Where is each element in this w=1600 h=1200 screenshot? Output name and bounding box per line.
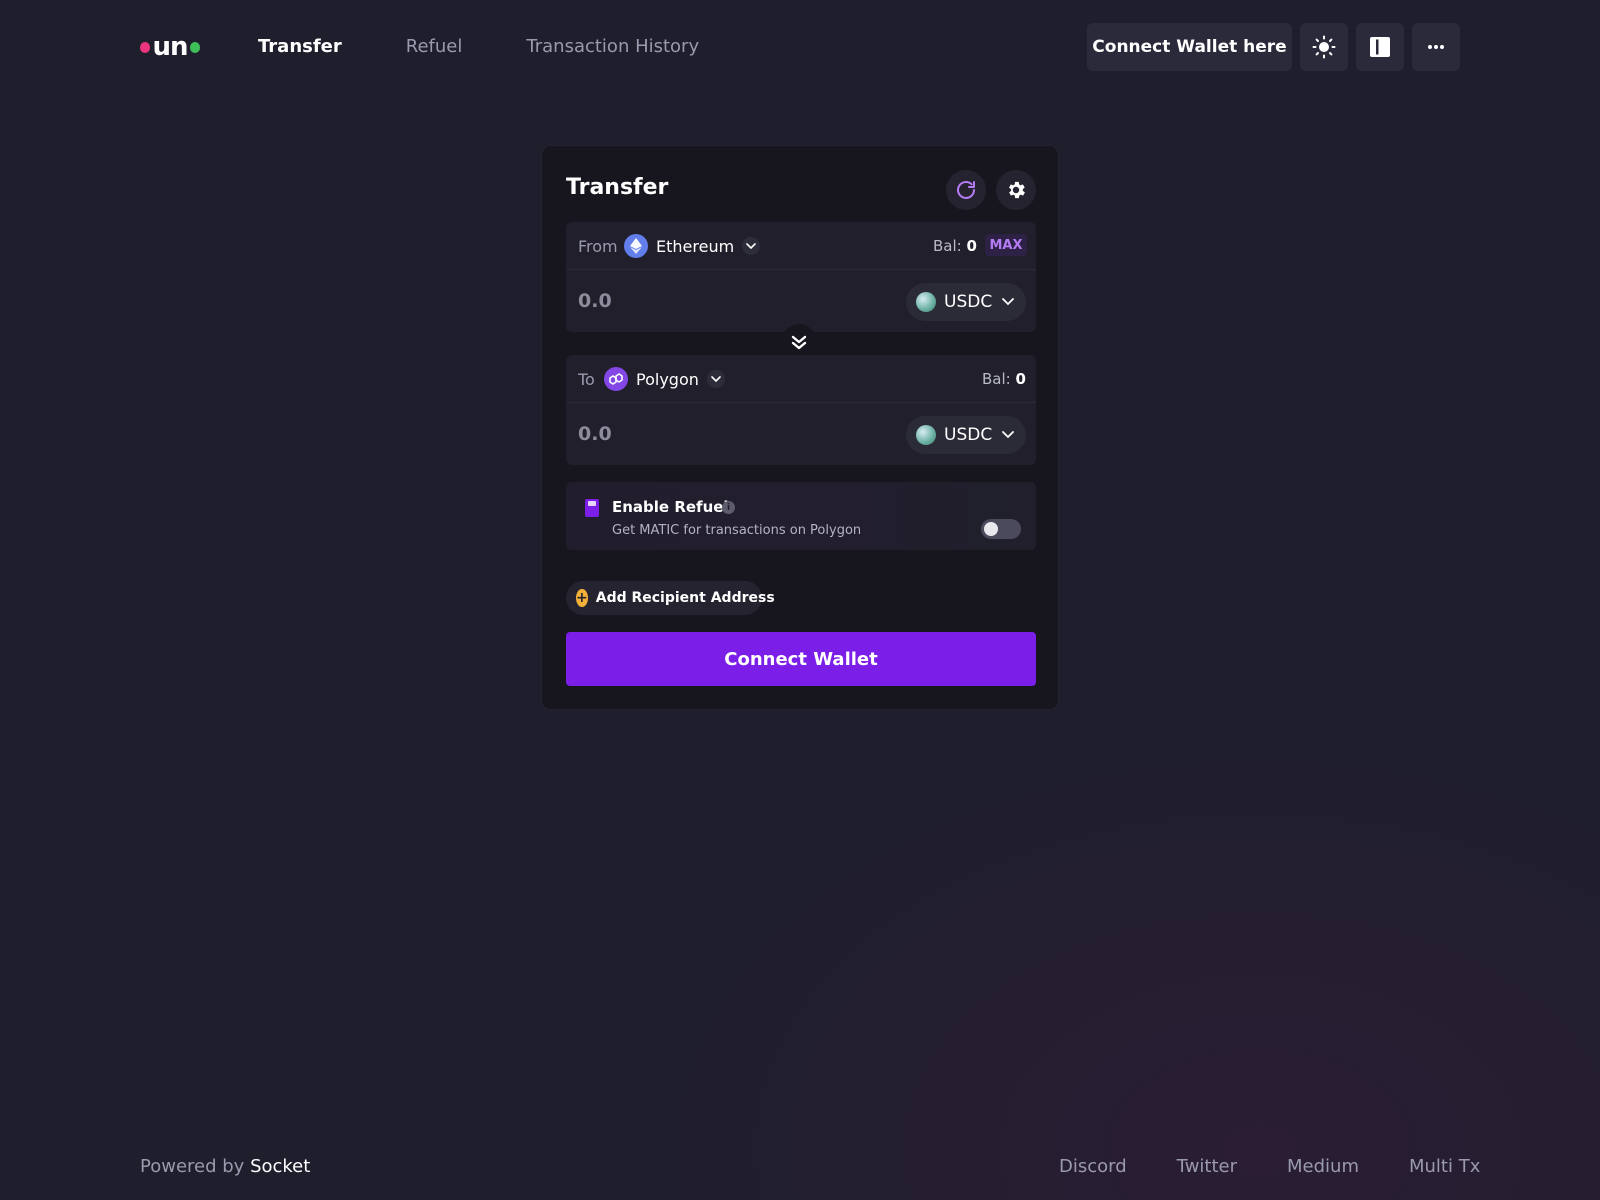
to-chain-name: Polygon xyxy=(636,369,699,389)
from-header-row: From Ethereum Bal: 0 MAX xyxy=(566,222,1036,270)
to-balance-value: 0 xyxy=(1015,370,1026,388)
nav-transaction-history[interactable]: Transaction History xyxy=(526,36,699,57)
refresh-icon xyxy=(957,181,975,199)
more-menu-button[interactable] xyxy=(1412,23,1460,71)
from-token-selector[interactable]: USDC xyxy=(906,283,1026,321)
from-chain-selector[interactable]: Ethereum xyxy=(624,233,761,259)
layout-icon xyxy=(1370,37,1390,57)
layout-toggle-button[interactable] xyxy=(1356,23,1404,71)
chevron-down-icon xyxy=(742,237,761,255)
sun-icon xyxy=(1312,35,1336,59)
transfer-card: Transfer From Ethereum Bal: 0 MAX 0.0 US… xyxy=(541,145,1059,710)
to-token-name: USDC xyxy=(944,425,993,445)
to-balance: Bal: 0 xyxy=(982,370,1026,388)
add-recipient-label: Add Recipient Address xyxy=(595,590,775,606)
fuel-pump-icon xyxy=(585,499,599,517)
chevron-down-icon xyxy=(1002,431,1015,439)
socket-link[interactable]: Socket xyxy=(250,1156,310,1177)
to-amount-input[interactable] xyxy=(578,418,838,450)
settings-button[interactable] xyxy=(996,170,1036,210)
ethereum-icon xyxy=(624,234,648,258)
ellipsis-icon xyxy=(1428,45,1444,49)
logo-dot-pink xyxy=(140,41,151,53)
polygon-icon xyxy=(604,367,628,391)
uni-logo[interactable]: un xyxy=(140,32,200,62)
to-chain-selector[interactable]: Polygon xyxy=(604,366,725,392)
footer-link-twitter[interactable]: Twitter xyxy=(1177,1156,1237,1177)
footer-link-multi-tx[interactable]: Multi Tx xyxy=(1409,1156,1480,1177)
info-icon[interactable]: i xyxy=(722,501,735,514)
logo-dot-green xyxy=(189,41,200,53)
from-balance-label: Bal: xyxy=(933,237,962,255)
footer-links: Discord Twitter Medium Multi Tx xyxy=(1059,1156,1480,1177)
footer-link-medium[interactable]: Medium xyxy=(1287,1156,1359,1177)
main-nav: Transfer Refuel Transaction History xyxy=(258,36,763,57)
nav-refuel[interactable]: Refuel xyxy=(406,36,463,57)
footer-link-discord[interactable]: Discord xyxy=(1059,1156,1127,1177)
max-button[interactable]: MAX xyxy=(985,234,1027,256)
to-panel: To Polygon Bal: 0 USDC xyxy=(566,355,1036,465)
refuel-description: Get MATIC for transactions on Polygon xyxy=(612,523,862,538)
powered-by-label: Powered by xyxy=(140,1156,245,1177)
double-chevron-down-icon xyxy=(791,335,807,350)
from-amount-input[interactable] xyxy=(578,285,838,317)
to-balance-label: Bal: xyxy=(982,370,1011,388)
to-header-row: To Polygon Bal: 0 xyxy=(566,355,1036,403)
theme-toggle-button[interactable] xyxy=(1300,23,1348,71)
to-token-selector[interactable]: USDC xyxy=(906,416,1026,454)
chevron-down-icon xyxy=(706,370,725,388)
usdc-token-icon xyxy=(916,425,936,445)
connect-wallet-button[interactable]: Connect Wallet xyxy=(566,632,1036,686)
connect-wallet-header-button[interactable]: Connect Wallet here xyxy=(1087,23,1292,71)
from-panel: From Ethereum Bal: 0 MAX USDC xyxy=(566,222,1036,332)
powered-by: Powered by Socket xyxy=(140,1156,310,1177)
toggle-knob xyxy=(984,522,998,536)
from-balance-value: 0 xyxy=(966,237,977,255)
from-label: From xyxy=(578,237,618,256)
refuel-toggle[interactable] xyxy=(981,519,1021,539)
nav-transfer[interactable]: Transfer xyxy=(258,36,342,57)
logo-mark: un xyxy=(152,32,188,62)
refresh-button[interactable] xyxy=(946,170,986,210)
usdc-token-icon xyxy=(916,292,936,312)
add-recipient-button[interactable]: + Add Recipient Address xyxy=(566,581,775,615)
to-label: To xyxy=(578,370,595,389)
plus-icon: + xyxy=(576,589,588,607)
refuel-panel: Enable Refuel i Get MATIC for transactio… xyxy=(566,482,1036,550)
chevron-down-icon xyxy=(1002,298,1015,306)
from-chain-name: Ethereum xyxy=(656,236,735,256)
from-balance: Bal: 0 xyxy=(933,237,977,255)
gear-icon xyxy=(1009,181,1025,199)
app-header: un Transfer Refuel Transaction History C… xyxy=(0,0,1600,95)
card-title: Transfer xyxy=(566,175,669,200)
refuel-title: Enable Refuel xyxy=(612,498,729,516)
from-token-name: USDC xyxy=(944,292,993,312)
